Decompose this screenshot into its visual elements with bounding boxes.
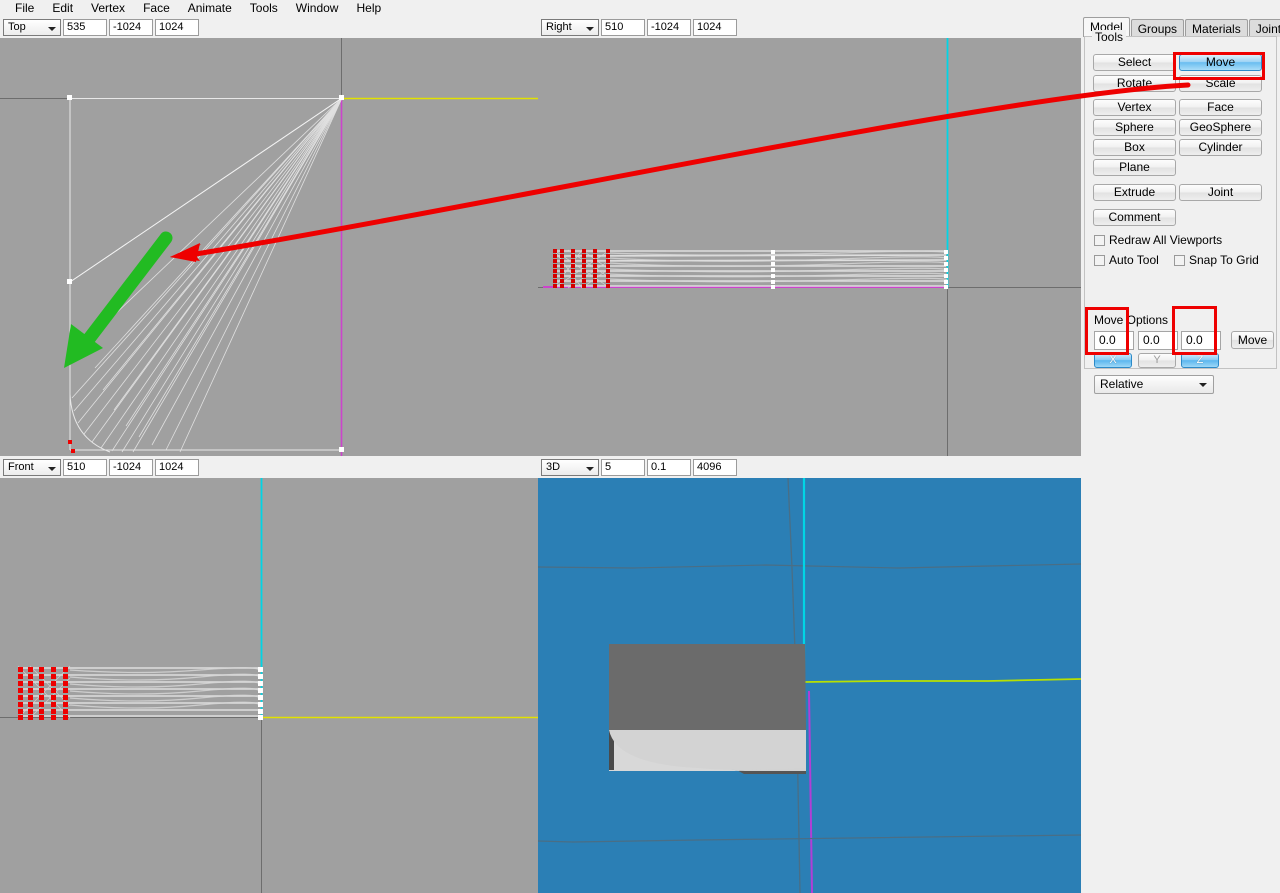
menu-item-animate[interactable]: Animate <box>179 0 241 16</box>
move-mode-select[interactable]: Relative <box>1094 375 1214 394</box>
chevron-down-icon <box>1199 383 1207 387</box>
viewport-front-canvas <box>0 478 538 893</box>
tool-button-box[interactable]: Box <box>1093 139 1176 156</box>
tool-button-sphere[interactable]: Sphere <box>1093 119 1176 136</box>
menu-item-face[interactable]: Face <box>134 0 179 16</box>
menu-item-window[interactable]: Window <box>287 0 348 16</box>
tool-button-joint[interactable]: Joint <box>1179 184 1262 201</box>
viewport-zoom-field-top[interactable]: 535 <box>63 18 107 36</box>
tools-group-title: Tools <box>1092 30 1127 44</box>
menu-item-help[interactable]: Help <box>347 0 390 16</box>
menu-item-tools[interactable]: Tools <box>241 0 287 16</box>
chevron-down-icon <box>586 466 594 471</box>
viewport-header-top: Top 535 -1024 1024 <box>0 16 538 38</box>
menu-item-file[interactable]: File <box>6 0 43 16</box>
move-axis-y-toggle[interactable]: Y <box>1138 353 1176 368</box>
tab-joints[interactable]: Joints <box>1248 19 1280 37</box>
move-axis-z-toggle[interactable]: Z <box>1181 353 1219 368</box>
viewport-view-select-front[interactable]: Front <box>3 458 61 476</box>
viewport-zoom-field-front[interactable]: 510 <box>63 458 107 476</box>
tool-button-extrude[interactable]: Extrude <box>1093 184 1176 201</box>
viewport-min-field-top[interactable]: -1024 <box>109 18 153 36</box>
tab-groups[interactable]: Groups <box>1130 19 1185 37</box>
chevron-down-icon <box>586 26 594 31</box>
viewport-front[interactable] <box>0 478 538 893</box>
menu-item-edit[interactable]: Edit <box>43 0 82 16</box>
viewport-right[interactable] <box>538 38 1081 456</box>
menu-bar: File Edit Vertex Face Animate Tools Wind… <box>0 0 1280 16</box>
viewport-near-field-3d[interactable]: 0.1 <box>647 458 691 476</box>
tool-button-vertex[interactable]: Vertex <box>1093 99 1176 116</box>
viewport-zoom-field-right[interactable]: 510 <box>601 18 645 36</box>
tool-button-face[interactable]: Face <box>1179 99 1262 116</box>
viewport-3d-canvas <box>538 478 1081 893</box>
viewport-view-label-3d: 3D <box>546 460 561 473</box>
application-window: File Edit Vertex Face Animate Tools Wind… <box>0 0 1280 893</box>
tool-button-select[interactable]: Select <box>1093 54 1176 71</box>
viewport-max-field-front[interactable]: 1024 <box>155 458 199 476</box>
viewport-max-field-right[interactable]: 1024 <box>693 18 737 36</box>
viewport-far-field-3d[interactable]: 4096 <box>693 458 737 476</box>
tool-button-geosphere[interactable]: GeoSphere <box>1179 119 1262 136</box>
tab-materials[interactable]: Materials <box>1185 19 1248 37</box>
chevron-down-icon <box>48 466 56 471</box>
viewport-header-3d: 3D 5 0.1 4096 <box>538 456 1081 478</box>
tool-button-plane[interactable]: Plane <box>1093 159 1176 176</box>
checkbox-box-snap-to-grid <box>1174 255 1185 266</box>
move-mode-label: Relative <box>1100 377 1144 391</box>
tools-group: Tools Select Move Rotate Scale Vertex Fa… <box>1084 30 1277 394</box>
viewport-view-select-3d[interactable]: 3D <box>541 458 599 476</box>
viewport-view-select-top[interactable]: Top <box>3 18 61 36</box>
tool-button-comment[interactable]: Comment <box>1093 209 1176 226</box>
move-z-field[interactable]: 0.0 <box>1181 331 1221 350</box>
viewport-max-field-top[interactable]: 1024 <box>155 18 199 36</box>
menu-item-vertex[interactable]: Vertex <box>82 0 134 16</box>
viewport-view-label-right: Right <box>546 20 572 33</box>
move-axis-x-toggle[interactable]: X <box>1094 353 1132 368</box>
chevron-down-icon <box>48 26 56 31</box>
checkbox-box-redraw <box>1094 235 1105 246</box>
move-apply-button[interactable]: Move <box>1231 331 1274 349</box>
checkbox-snap-to-grid[interactable]: Snap To Grid <box>1174 254 1259 267</box>
viewport-view-label-front: Front <box>8 460 34 473</box>
checkbox-label-snap-to-grid: Snap To Grid <box>1189 253 1259 267</box>
viewport-min-field-right[interactable]: -1024 <box>647 18 691 36</box>
viewport-3d[interactable] <box>538 478 1081 893</box>
model-3d-solid <box>609 644 806 774</box>
viewport-view-label-top: Top <box>8 20 26 33</box>
move-y-field[interactable]: 0.0 <box>1138 331 1178 350</box>
tool-button-move[interactable]: Move <box>1179 54 1262 71</box>
viewport-zoom-field-3d[interactable]: 5 <box>601 458 645 476</box>
viewport-header-front: Front 510 -1024 1024 <box>0 456 538 478</box>
tool-button-cylinder[interactable]: Cylinder <box>1179 139 1262 156</box>
checkbox-redraw-all-viewports[interactable]: Redraw All Viewports <box>1094 234 1222 247</box>
tool-button-scale[interactable]: Scale <box>1179 75 1262 92</box>
viewport-top-canvas <box>0 38 538 456</box>
viewport-top[interactable] <box>0 38 538 456</box>
checkbox-box-auto-tool <box>1094 255 1105 266</box>
tool-button-rotate[interactable]: Rotate <box>1093 75 1176 92</box>
checkbox-label-redraw: Redraw All Viewports <box>1109 233 1223 247</box>
viewport-min-field-front[interactable]: -1024 <box>109 458 153 476</box>
move-options-title: Move Options <box>1094 313 1169 327</box>
move-x-field[interactable]: 0.0 <box>1094 331 1134 350</box>
checkbox-label-auto-tool: Auto Tool <box>1109 253 1159 267</box>
viewport-header-right: Right 510 -1024 1024 <box>538 16 1081 38</box>
checkbox-auto-tool[interactable]: Auto Tool <box>1094 254 1159 267</box>
viewport-right-canvas <box>538 38 1081 456</box>
right-panel: Model Groups Materials Joints Tools Sele… <box>1081 16 1280 893</box>
viewport-view-select-right[interactable]: Right <box>541 18 599 36</box>
